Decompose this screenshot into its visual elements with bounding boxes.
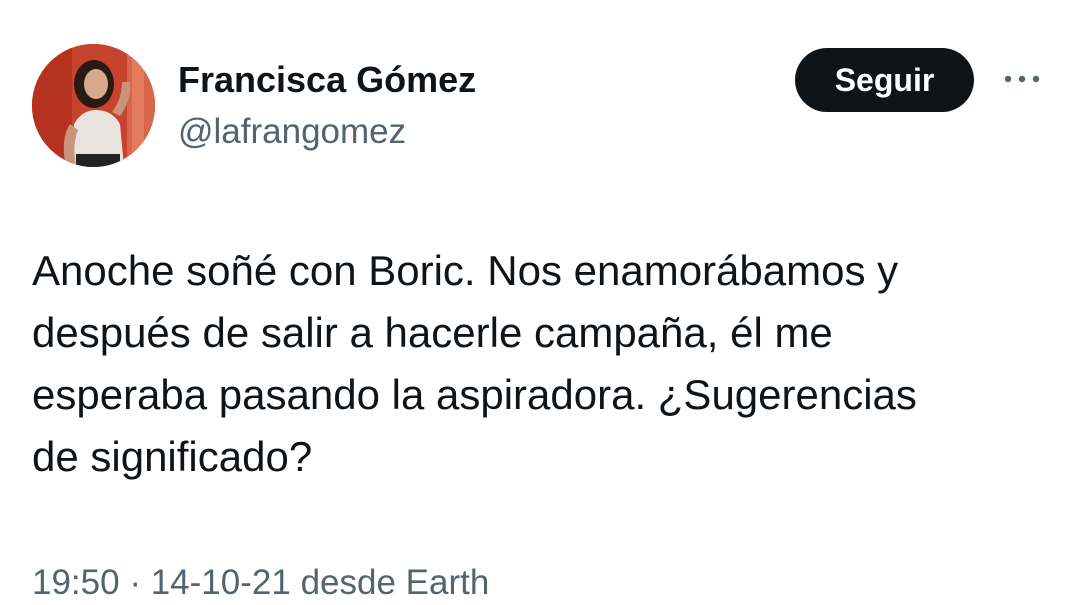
avatar[interactable] bbox=[32, 44, 155, 167]
follow-button[interactable]: Seguir bbox=[795, 48, 974, 112]
more-horizontal-icon bbox=[1004, 75, 1040, 83]
meta-separator: · bbox=[129, 563, 141, 602]
tweet-date[interactable]: 14-10-21 bbox=[151, 563, 291, 602]
tweet-card: Francisca Gómez @lafrangomez Seguir Anoc… bbox=[0, 0, 1079, 602]
more-options-button[interactable] bbox=[1000, 62, 1044, 96]
tweet-text: Anoche soñé con Boric. Nos enamorábamos … bbox=[32, 240, 1062, 488]
author-display-name[interactable]: Francisca Gómez bbox=[178, 58, 476, 102]
tweet-text-line: esperaba pasando la aspiradora. ¿Sugeren… bbox=[32, 371, 917, 418]
tweet-text-line: Anoche soñé con Boric. Nos enamorábamos … bbox=[32, 247, 899, 294]
tweet-meta: 19:50 · 14-10-21 desde Earth bbox=[32, 561, 489, 605]
tweet-text-line: después de salir a hacerle campaña, él m… bbox=[32, 309, 833, 356]
tweet-source: desde Earth bbox=[300, 563, 490, 602]
avatar-image bbox=[32, 44, 155, 167]
author-handle[interactable]: @lafrangomez bbox=[178, 110, 406, 154]
tweet-text-line: de significado? bbox=[32, 433, 313, 480]
tweet-time[interactable]: 19:50 bbox=[32, 563, 120, 602]
